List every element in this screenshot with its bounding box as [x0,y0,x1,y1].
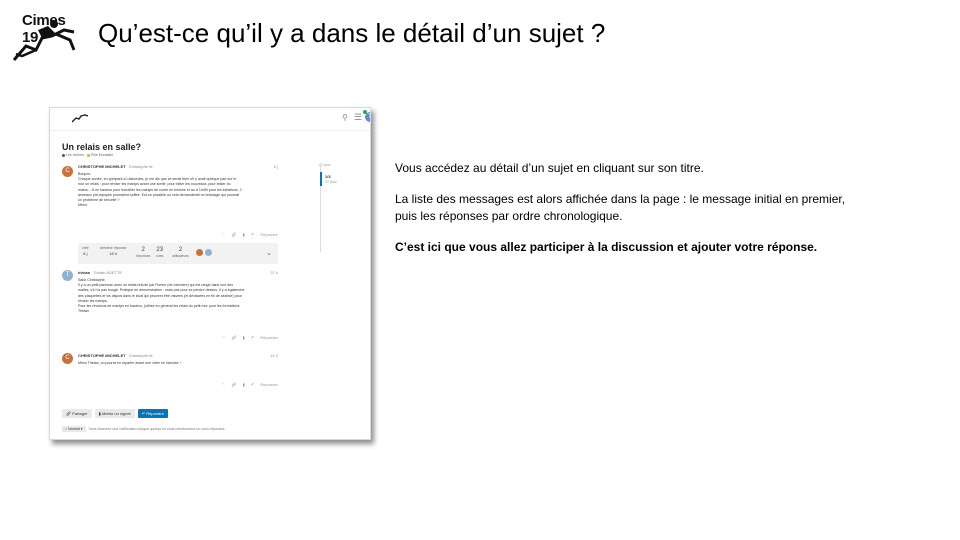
reply-button[interactable]: ↶ Répondre [251,335,278,340]
summary-views: 23 vues [156,247,164,258]
reply-button[interactable]: ↶ Répondre [251,232,278,237]
post-date[interactable]: 22 h [270,270,278,275]
topic-summary: créé 8 j dernière réponse 18 h 2 réponses… [78,243,278,264]
notification-dot [363,110,367,114]
bookmark-button[interactable]: ▮ Mettre un signet [94,409,135,418]
topic-title[interactable]: Un relais en salle? [62,142,141,152]
post-meta: CHRISTOPHE MICHELET Christophe M [78,164,153,169]
reply-button-primary[interactable]: ↶ Répondre [137,409,168,418]
topic-timeline[interactable]: 22 janv. 1/3 22 janv. [319,163,361,252]
like-icon[interactable]: ♡ [222,335,226,340]
post-date[interactable]: 8 j [274,164,278,169]
reply-button[interactable]: ↶ Répondre [251,382,278,387]
bookmark-icon[interactable]: ▮ [243,232,245,237]
post-actions: ♡ 🔗︎ ▮ ↶ Répondre [217,335,278,340]
summary-created: créé 8 j [82,246,89,256]
post: C CHRISTOPHE MICHELET Christophe M 8 j Bo… [62,164,278,240]
avatar[interactable] [196,249,203,256]
post-author[interactable]: CHRISTOPHE MICHELET [78,164,126,169]
forum-topic-screenshot: ⚲ ☰ T Un relais en salle? Les Jeûnes Pôl… [49,107,371,440]
avatar[interactable] [205,249,212,256]
explanation-text: Vous accédez au détail d’un sujet en cli… [395,160,915,256]
post-actions: ♡ 🔗︎ ▮ ↶ Répondre [217,382,278,387]
link-icon[interactable]: 🔗︎ [231,382,236,387]
topic-categories: Les Jeûnes Pôle Escalade [62,153,113,157]
post-line: Tristan [78,309,89,314]
cimes19-logo: Cimes 19 [12,10,82,62]
timeline-handle[interactable] [320,172,322,186]
bookmark-icon[interactable]: ▮ [243,335,245,340]
post-author[interactable]: tristan [78,270,90,275]
forum-header: ⚲ ☰ T [50,108,370,131]
avatar[interactable]: C [62,166,73,177]
post-line: Merci Tristan, on pourra en reparler ava… [78,361,181,365]
post-author[interactable]: CHRISTOPHE MICHELET [78,353,126,358]
bookmark-icon[interactable]: ▮ [243,382,245,387]
post-body: Salut Christophe, Il y a un petit pannea… [78,278,276,314]
post-body: Merci Tristan, on pourra en reparler ava… [78,361,276,366]
post-username: Tristan ADETTE [93,270,122,275]
post-body: Bonjour, Chaque année, en grimpant à Las… [78,172,276,208]
summary-replies: 2 réponses [136,247,151,258]
category-tag[interactable]: Les Jeûnes [62,153,84,157]
notification-text: Vous recevrez une notification lorsque q… [88,427,226,431]
post: T tristan Tristan ADETTE 22 h Salut Chris… [62,270,278,342]
explanation-paragraph: Vous accédez au détail d’un sujet en cli… [395,161,704,175]
post-line: Merci. [78,203,88,208]
avatar[interactable]: C [62,353,73,364]
post-username: Christophe M [128,164,153,169]
forum-logo-icon [72,114,88,123]
avatar[interactable]: T [62,270,73,281]
explanation-paragraph-bold: C’est ici que vous allez participer à la… [395,240,818,254]
summary-last-reply: dernière réponse 18 h [100,246,127,256]
post-date[interactable]: 18 h [270,353,278,358]
link-icon[interactable]: 🔗︎ [231,232,236,237]
slide-title: Qu’est-ce qu’il y a dans le détail d’un … [98,18,606,48]
post-actions: ♡ 🔗︎ ▮ ↶ Répondre [217,232,278,237]
explanation-paragraph: La liste des messages est alors affichée… [395,192,846,206]
notification-dropdown[interactable]: ○ Normal ▾ [62,426,86,432]
timeline-count: 1/3 [325,174,331,179]
topic-footer-buttons: 🔗︎ Partager ▮ Mettre un signet ↶ Répondr… [62,409,170,418]
share-button[interactable]: 🔗︎ Partager [62,409,92,418]
chevron-down-icon[interactable]: ⌄ [266,249,272,257]
hamburger-icon[interactable]: ☰ [354,112,362,123]
post: C CHRISTOPHE MICHELET Christophe M 18 h M… [62,353,278,393]
post-username: Christophe M [128,353,153,358]
summary-users: 2 utilisateurs [172,247,189,258]
like-icon[interactable]: ♡ [222,232,226,237]
logo-text: Cimes 19 [22,12,66,46]
post-meta: tristan Tristan ADETTE [78,270,122,275]
like-icon[interactable]: ♡ [222,382,226,387]
notification-level: ○ Normal ▾ Vous recevrez une notification… [62,426,225,432]
timeline-date-bottom: 22 janv. [325,180,338,184]
category-tag[interactable]: Pôle Escalade [86,153,113,157]
explanation-paragraph: puis les réponses par ordre chronologiqu… [395,209,623,223]
post-meta: CHRISTOPHE MICHELET Christophe M [78,353,153,358]
link-icon[interactable]: 🔗︎ [231,335,236,340]
search-icon[interactable]: ⚲ [342,113,348,122]
timeline-date-top: 22 janv. [319,163,332,167]
